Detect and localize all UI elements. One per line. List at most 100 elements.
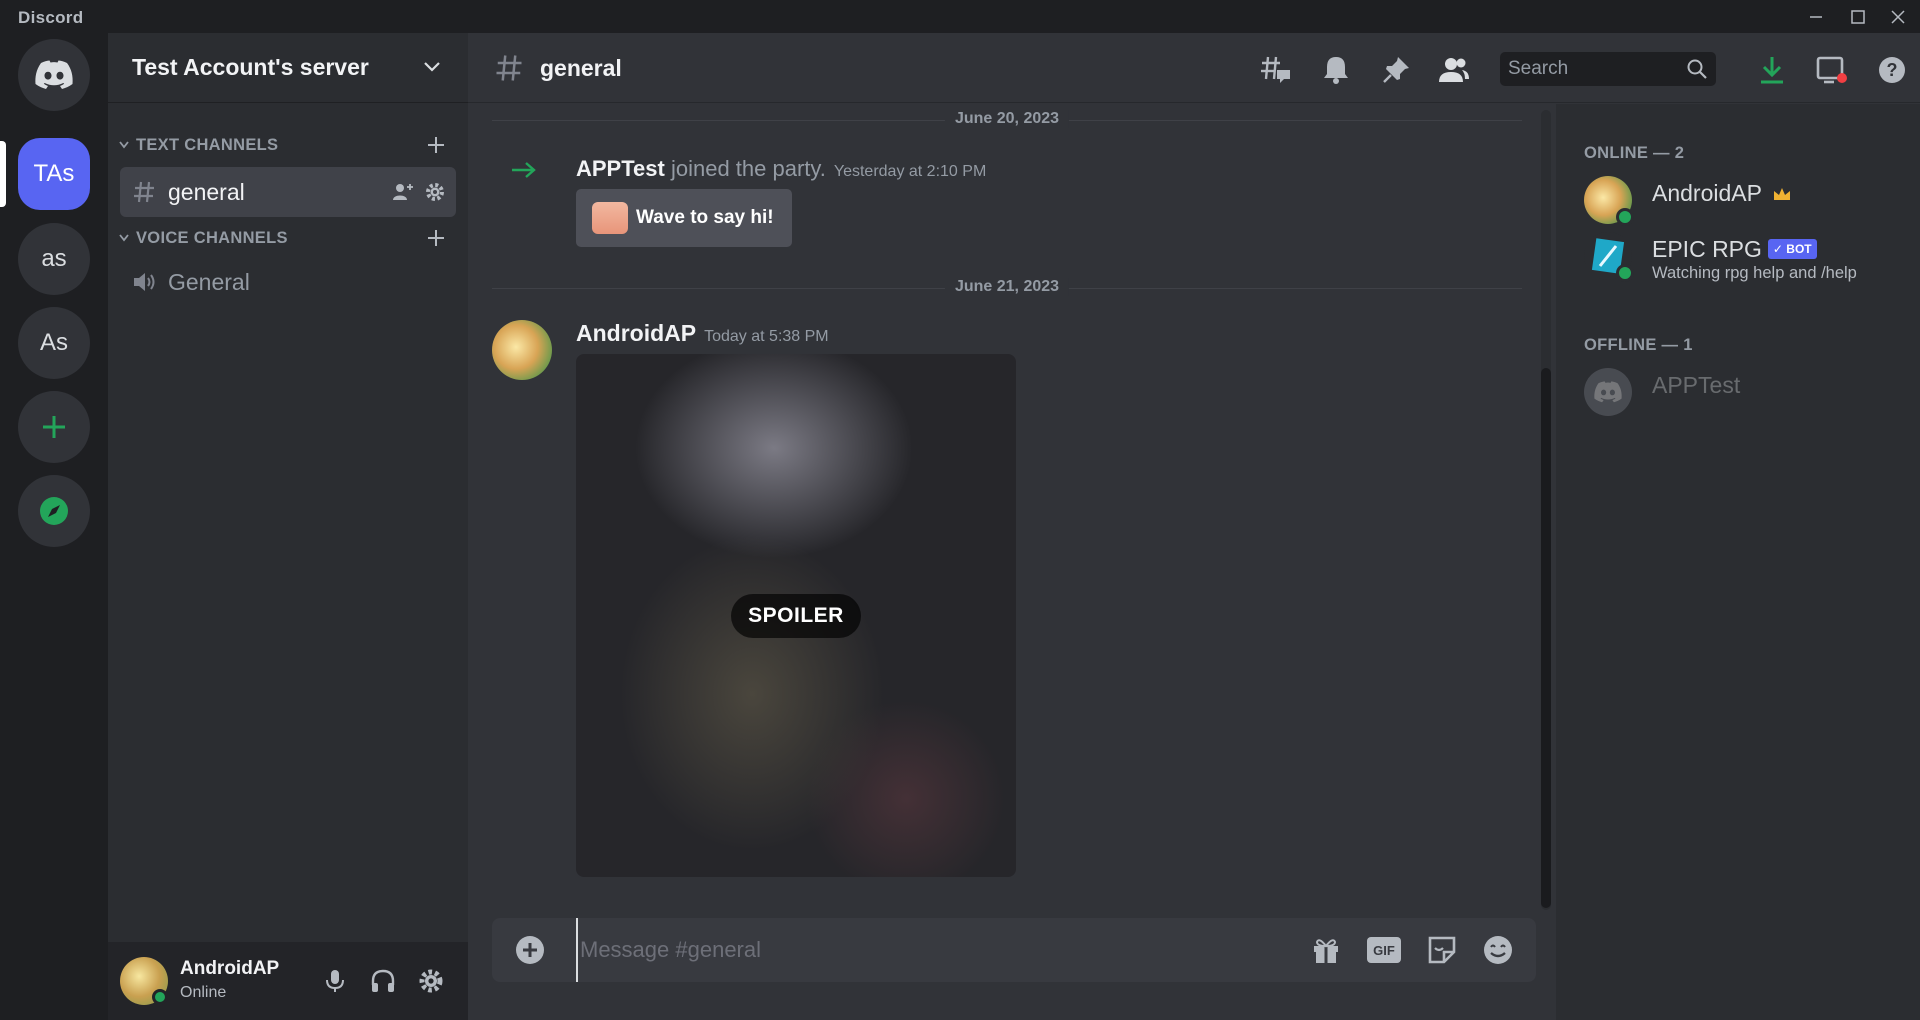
search-box[interactable] <box>1500 52 1716 86</box>
members-icon <box>1439 58 1469 82</box>
server-header[interactable]: Test Account's server <box>108 33 468 103</box>
hashtag-icon <box>496 55 522 81</box>
date-divider-label: June 21, 2023 <box>944 278 1070 296</box>
member-androidap[interactable]: AndroidAP <box>1584 172 1904 228</box>
caret-down-icon <box>116 234 132 242</box>
offline-members-header: OFFLINE — 1 <box>1584 336 1693 354</box>
server-icon-as[interactable]: as <box>18 223 90 295</box>
speaker-icon <box>132 270 158 294</box>
gif-button[interactable]: GIF <box>1366 932 1402 968</box>
maximize-icon <box>1851 9 1865 24</box>
add-attachment-icon[interactable] <box>514 934 546 966</box>
online-status-icon <box>1616 208 1634 226</box>
scrollbar-thumb[interactable] <box>1541 368 1551 908</box>
member-name: APPTest <box>1652 372 1741 398</box>
emoji-icon <box>1484 936 1512 964</box>
threads-button[interactable] <box>1260 54 1292 86</box>
create-channel-icon[interactable] <box>426 135 446 155</box>
channel-name: general <box>168 178 245 205</box>
bell-icon <box>1324 57 1348 84</box>
join-arrow-icon <box>512 162 536 178</box>
selected-server-indicator <box>0 141 6 207</box>
channel-header: general ? <box>468 33 1920 103</box>
message-list: June 20, 2023 APPTest joined the party. Y… <box>468 104 1556 910</box>
server-icon-tas[interactable]: TAs <box>18 138 90 210</box>
member-epic-rpg[interactable]: EPIC RPG ✓ BOT Watching rpg help and /hel… <box>1584 228 1904 284</box>
discord-logo-icon <box>1594 381 1622 403</box>
gift-icon <box>1314 939 1338 963</box>
server-name: Test Account's server <box>132 54 369 80</box>
member-activity: Watching rpg help and /help <box>1652 264 1857 282</box>
emoji-button[interactable] <box>1480 932 1516 968</box>
plus-icon <box>43 416 65 438</box>
date-divider: June 21, 2023 <box>492 278 1522 298</box>
microphone-icon <box>326 970 344 992</box>
help-button[interactable]: ? <box>1876 54 1908 86</box>
notification-settings-button[interactable] <box>1320 54 1352 86</box>
member-apptest[interactable]: APPTest <box>1584 364 1904 420</box>
voice-channel-general[interactable]: General <box>120 257 456 307</box>
member-list-button[interactable] <box>1438 54 1470 86</box>
spoiler-label: SPOILER <box>731 594 861 638</box>
system-message-user[interactable]: APPTest <box>576 156 665 181</box>
category-label: VOICE CHANNELS <box>136 228 288 247</box>
member-list: ONLINE — 2 AndroidAP EPIC RPG ✓ BOT Watch… <box>1556 104 1920 1020</box>
bot-tag: ✓ BOT <box>1767 239 1817 259</box>
user-panel: AndroidAP Online <box>108 942 468 1020</box>
search-icon <box>1687 59 1707 79</box>
inbox-button[interactable] <box>1816 54 1848 86</box>
threads-icon <box>1261 56 1290 83</box>
channel-general[interactable]: general <box>120 167 456 217</box>
online-members-header: ONLINE — 2 <box>1584 144 1685 162</box>
add-server-button[interactable] <box>18 391 90 463</box>
invite-icon[interactable] <box>392 181 414 203</box>
channel-sidebar: Test Account's server TEXT CHANNELS gene… <box>108 33 468 1020</box>
member-name: EPIC RPG ✓ BOT <box>1652 236 1817 263</box>
message-header: AndroidAP Today at 5:38 PM <box>576 320 829 347</box>
svg-text:?: ? <box>1887 60 1898 80</box>
discord-logo-icon <box>35 60 73 89</box>
message-author[interactable]: AndroidAP <box>576 320 696 346</box>
minimize-icon <box>1810 15 1822 18</box>
create-channel-icon[interactable] <box>426 228 446 248</box>
deafen-button[interactable] <box>368 966 398 996</box>
gear-icon[interactable] <box>424 181 446 203</box>
avatar <box>1584 368 1632 416</box>
category-text-channels[interactable]: TEXT CHANNELS <box>116 131 460 159</box>
message-timestamp: Yesterday at 2:10 PM <box>833 163 987 180</box>
close-button[interactable] <box>1878 0 1918 33</box>
sticker-icon <box>1428 936 1456 964</box>
minimize-button[interactable] <box>1796 0 1836 33</box>
sticker-button[interactable] <box>1424 932 1460 968</box>
user-settings-button[interactable] <box>416 966 446 996</box>
date-divider: June 20, 2023 <box>492 110 1522 130</box>
date-divider-label: June 20, 2023 <box>944 110 1070 128</box>
svg-text:GIF: GIF <box>1373 943 1395 958</box>
category-voice-channels[interactable]: VOICE CHANNELS <box>116 224 460 252</box>
direct-messages-button[interactable] <box>18 39 90 111</box>
search-input[interactable] <box>1508 52 1678 86</box>
message-composer: GIF <box>492 918 1536 982</box>
message-scrollbar[interactable] <box>1541 110 1551 910</box>
channel-name: General <box>168 268 250 295</box>
headphones-icon <box>371 969 395 992</box>
maximize-button[interactable] <box>1838 0 1878 33</box>
caret-down-icon <box>116 141 132 149</box>
spoiler-image-attachment[interactable]: SPOILER <box>576 354 1016 877</box>
avatar[interactable] <box>492 320 552 380</box>
gift-button[interactable] <box>1308 932 1344 968</box>
channel-title: general <box>540 55 622 81</box>
pin-icon <box>1383 57 1409 83</box>
online-status-icon <box>152 989 168 1005</box>
wave-button[interactable]: Wave to say hi! <box>576 189 792 247</box>
member-name: AndroidAP <box>1652 180 1792 207</box>
explore-servers-button[interactable] <box>18 475 90 547</box>
download-apps-button[interactable] <box>1756 54 1788 86</box>
message-input[interactable] <box>576 918 1276 982</box>
help-icon: ? <box>1879 57 1905 83</box>
system-message: APPTest joined the party. Yesterday at 2:… <box>576 156 986 182</box>
pinned-messages-button[interactable] <box>1380 54 1412 86</box>
mute-button[interactable] <box>320 966 350 996</box>
crown-icon <box>1773 188 1790 200</box>
server-icon-as-2[interactable]: As <box>18 307 90 379</box>
